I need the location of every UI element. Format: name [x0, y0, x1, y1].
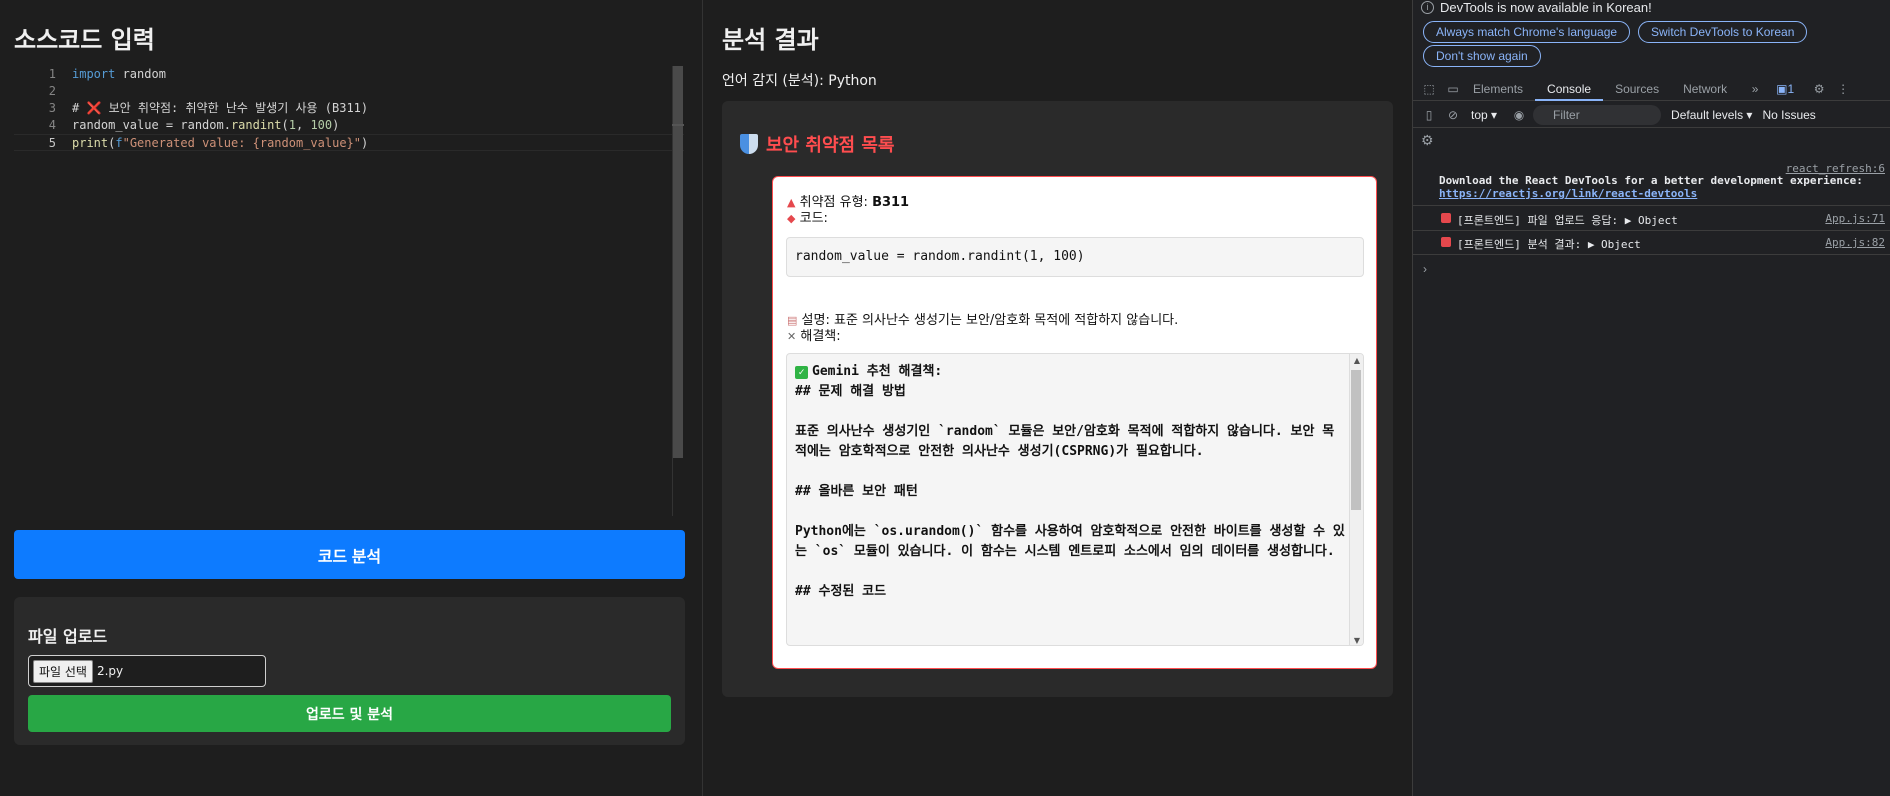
line-number: 5	[48, 136, 56, 150]
console-log-entry: react_refresh:6 Download the React DevTo…	[1413, 160, 1890, 206]
console-settings-icon[interactable]: ⚙	[1421, 132, 1434, 149]
console-toolbar: ▯ ⊘ top ▾ ◉ Filter Default levels ▾ No I…	[1413, 102, 1890, 128]
console-log-entry: [프론트엔드] 파일 업로드 응답: ▶ Object App.js:71	[1413, 207, 1890, 231]
scroll-up-icon[interactable]: ▲	[1354, 356, 1360, 365]
log-levels-dropdown[interactable]: Default levels ▾	[1671, 108, 1752, 122]
log-badge-icon	[1441, 213, 1451, 223]
editor-scrollbar[interactable]	[672, 66, 684, 516]
device-toolbar-icon[interactable]: ▭	[1445, 81, 1461, 97]
editor-line-active: 5 print(f"Generated value: {random_value…	[14, 134, 684, 151]
analysis-result-panel: 분석 결과 언어 감지 (분석): Python 보안 취약점 목록 ▲ 취약점…	[704, 0, 1411, 796]
editor-line: 3 # ❌ 보안 취약점: 취약한 난수 발생기 사용 (B311)	[14, 100, 684, 117]
file-upload-section: 파일 업로드 파일 선택 2.py 업로드 및 분석	[14, 597, 685, 745]
source-input-panel: 소스코드 입력 1 import random 2 3 # ❌ 보안 취약점: …	[0, 0, 703, 796]
tab-sources[interactable]: Sources	[1603, 77, 1671, 101]
sidebar-toggle-icon[interactable]: ▯	[1421, 107, 1437, 123]
vuln-fix-label: 해결책:	[800, 329, 841, 344]
editor-line: 2	[14, 83, 684, 100]
line-number: 2	[48, 84, 56, 98]
app-root: 소스코드 입력 1 import random 2 3 # ❌ 보안 취약점: …	[0, 0, 1890, 796]
fix-scrollbar[interactable]: ▲ ▼	[1349, 354, 1363, 645]
log-text: Download the React DevTools for a better…	[1439, 174, 1863, 187]
vuln-desc-value: 표준 의사난수 생성기는 보안/암호화 목적에 적합하지 않습니다.	[833, 313, 1179, 328]
vulnerability-list-heading: 보안 취약점 목록	[740, 131, 894, 157]
banner-text: DevTools is now available in Korean!	[1440, 0, 1652, 15]
vuln-type-value: B311	[872, 195, 910, 210]
info-icon: i	[1421, 1, 1434, 14]
fix-suggestion-box[interactable]: ✓ Gemini 추천 해결책: ## 문제 해결 방법 표준 의사난수 생성기인…	[786, 353, 1364, 646]
log-message: [프론트엔드] 파일 업로드 응답: ▶ Object	[1457, 214, 1678, 227]
file-upload-title: 파일 업로드	[28, 627, 108, 646]
editor-cursor-ruler	[672, 124, 684, 126]
vulnerability-card: ▲ 취약점 유형: B311 ◆ 코드: random_value = rand…	[772, 176, 1377, 669]
tab-network[interactable]: Network	[1671, 77, 1739, 101]
inspect-icon[interactable]: ⬚	[1421, 81, 1437, 97]
vuln-code-block: random_value = random.randint(1, 100)	[786, 237, 1364, 277]
issues-badge[interactable]: ▣1	[1771, 81, 1799, 97]
analysis-result-title: 분석 결과	[722, 26, 819, 54]
log-message: Download the React DevTools for a better…	[1439, 174, 1879, 200]
pushpin-icon: ◆	[787, 212, 796, 225]
result-container: 보안 취약점 목록 ▲ 취약점 유형: B311 ◆ 코드: random_va…	[722, 101, 1393, 697]
issues-counter[interactable]: No Issues	[1762, 108, 1815, 122]
react-devtools-link[interactable]: https://reactjs.org/link/react-devtools	[1439, 187, 1697, 200]
vuln-code-row: ◆ 코드:	[787, 207, 828, 226]
code-line-5: print(f"Generated value: {random_value}"…	[72, 136, 369, 150]
code-line-1: import random	[72, 67, 166, 81]
analyze-code-button[interactable]: 코드 분석	[14, 530, 685, 579]
vuln-code-label: 코드:	[799, 211, 828, 226]
tools-icon: ✕	[787, 330, 797, 343]
code-line-3: # ❌ 보안 취약점: 취약한 난수 발생기 사용 (B311)	[72, 101, 369, 115]
scroll-down-icon[interactable]: ▼	[1354, 636, 1360, 645]
filter-input[interactable]: Filter	[1533, 104, 1662, 125]
checkmark-icon: ✓	[795, 366, 808, 379]
vuln-desc-row: ▤ 설명: 표준 의사난수 생성기는 보안/암호화 목적에 적합하지 않습니다.	[787, 309, 1178, 328]
fix-suggestion-text: ✓ Gemini 추천 해결책: ## 문제 해결 방법 표준 의사난수 생성기인…	[795, 362, 1345, 602]
match-chrome-language-button[interactable]: Always match Chrome's language	[1423, 21, 1631, 43]
eye-icon[interactable]: ◉	[1511, 107, 1527, 123]
editor-line: 1 import random	[14, 66, 684, 83]
switch-to-korean-button[interactable]: Switch DevTools to Korean	[1638, 21, 1808, 43]
choose-file-button[interactable]: 파일 선택	[33, 659, 93, 683]
devtools-language-banner: i DevTools is now available in Korean!	[1421, 0, 1652, 15]
levels-label: Default levels	[1671, 107, 1744, 122]
tab-console[interactable]: Console	[1535, 77, 1604, 101]
issues-count: 1	[1787, 81, 1795, 96]
fix-scroll-thumb[interactable]	[1351, 370, 1361, 510]
tab-elements[interactable]: Elements	[1461, 77, 1535, 101]
log-source-link[interactable]: App.js:71	[1825, 212, 1885, 225]
shield-icon	[740, 134, 758, 154]
line-number: 1	[48, 67, 56, 81]
source-input-title: 소스코드 입력	[14, 26, 155, 54]
more-tabs-icon[interactable]: »	[1747, 81, 1763, 97]
upload-analyze-button[interactable]: 업로드 및 분석	[28, 695, 671, 732]
log-badge-icon	[1441, 237, 1451, 247]
editor-line: 4 random_value = random.randint(1, 100)	[14, 117, 684, 134]
log-source-link[interactable]: App.js:82	[1825, 236, 1885, 249]
code-line-4: random_value = random.randint(1, 100)	[72, 118, 340, 132]
detected-language: 언어 감지 (분석): Python	[722, 73, 877, 89]
context-selector[interactable]: top ▾	[1471, 108, 1497, 122]
context-label: top	[1471, 107, 1488, 122]
selected-file-name: 2.py	[96, 664, 124, 678]
console-log-entry: [프론트엔드] 분석 결과: ▶ Object App.js:82	[1413, 231, 1890, 255]
vuln-fix-row: ✕ 해결책:	[787, 325, 841, 344]
console-prompt[interactable]: ›	[1423, 262, 1427, 276]
dont-show-again-button[interactable]: Don't show again	[1423, 45, 1541, 67]
file-input[interactable]: 파일 선택 2.py	[28, 655, 266, 687]
devtools-tabs: ⬚ ▭ Elements Console Sources Network » ▣…	[1413, 77, 1890, 101]
more-options-icon[interactable]: ⋮	[1835, 81, 1851, 97]
line-number: 3	[48, 101, 56, 115]
vulnerability-list-title: 보안 취약점 목록	[766, 135, 895, 156]
log-message: [프론트엔드] 분석 결과: ▶ Object	[1457, 238, 1641, 251]
line-number: 4	[48, 118, 56, 132]
fix-suggestion-body: Gemini 추천 해결책: ## 문제 해결 방법 표준 의사난수 생성기인 …	[795, 364, 1345, 599]
devtools-panel: i DevTools is now available in Korean! A…	[1412, 0, 1890, 796]
gear-icon[interactable]: ⚙	[1811, 81, 1827, 97]
clear-console-icon[interactable]: ⊘	[1445, 107, 1461, 123]
code-editor[interactable]: 1 import random 2 3 # ❌ 보안 취약점: 취약한 난수 발…	[14, 66, 684, 516]
